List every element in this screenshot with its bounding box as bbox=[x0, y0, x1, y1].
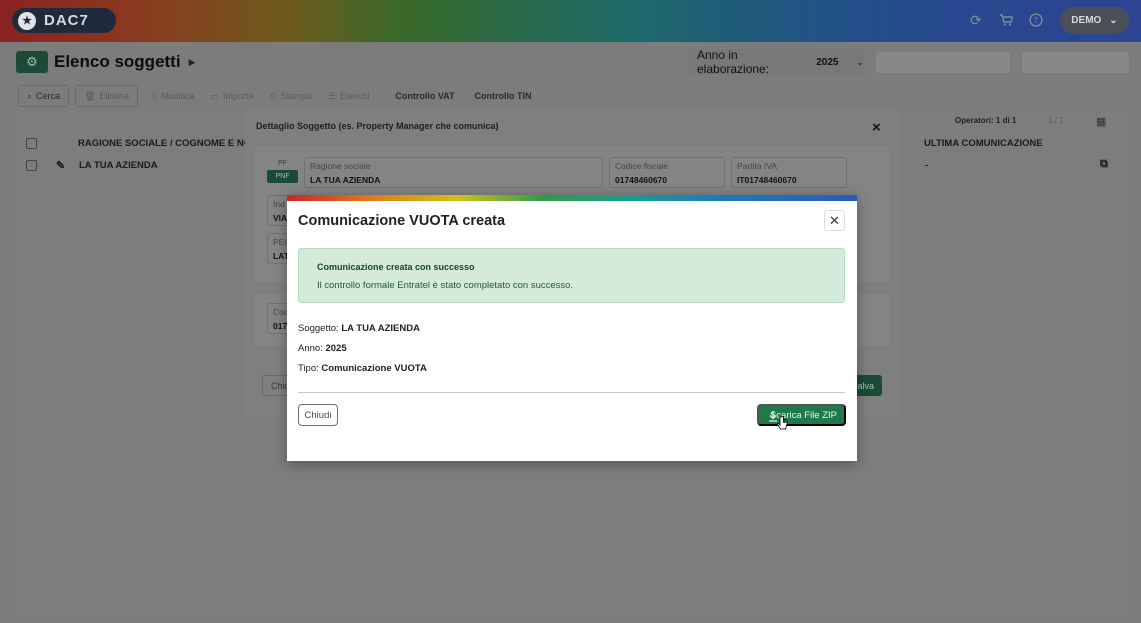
tipo-value: Comunicazione VUOTA bbox=[321, 363, 427, 374]
print-icon: ⎙ bbox=[269, 90, 277, 101]
print-button-label: Stampa bbox=[280, 91, 312, 101]
chiudi-button[interactable]: Chiudi bbox=[298, 404, 338, 426]
header-action-button-1[interactable] bbox=[876, 52, 1010, 73]
star-icon: ★ bbox=[18, 11, 36, 30]
delete-button-label: Elimina bbox=[99, 91, 130, 101]
play-icon[interactable]: ▶ bbox=[189, 57, 196, 68]
codice-fiscale-field[interactable]: Codice fiscale 01748460670 bbox=[609, 157, 725, 188]
scarica-zip-button[interactable]: Scarica File ZIP bbox=[757, 404, 846, 426]
logo-text: DAC7 bbox=[44, 12, 89, 29]
app-logo[interactable]: ★ DAC7 bbox=[12, 8, 116, 33]
row-checkbox[interactable] bbox=[26, 160, 37, 171]
close-icon[interactable]: × bbox=[872, 119, 881, 136]
user-menu-label: DEMO bbox=[1071, 15, 1102, 26]
partita-iva-field[interactable]: Partita IVA IT01748460670 bbox=[731, 157, 847, 188]
toolbar: ⌕ Cerca 🗑 Elimina ▯ Modifica ▭ Importa ⎙… bbox=[18, 85, 540, 107]
dialog-color-stripe bbox=[287, 195, 857, 201]
codice-fiscale-label: Codice fiscale bbox=[615, 161, 668, 171]
import-button[interactable]: ▭ Importa bbox=[202, 85, 261, 107]
divider bbox=[298, 392, 845, 393]
chevron-down-icon: ⌄ bbox=[856, 56, 864, 67]
controllo-tin-button[interactable]: Controllo TIN bbox=[467, 85, 540, 107]
header-action-button-2[interactable] bbox=[1022, 52, 1129, 73]
dialog-title: Comunicazione VUOTA creata bbox=[298, 213, 506, 229]
page-title: Elenco soggetti bbox=[54, 52, 181, 71]
pf-option[interactable]: PF bbox=[267, 157, 298, 170]
row-ultima-comunicazione: - bbox=[925, 160, 929, 171]
cart-icon[interactable] bbox=[998, 12, 1014, 28]
lists-button[interactable]: ☰ Elenchi bbox=[320, 85, 378, 107]
ragione-sociale-label: Ragione sociale bbox=[310, 161, 371, 171]
operatori-count: Operatori: 1 di 1 bbox=[955, 116, 1017, 125]
row-name: LA TUA AZIENDA bbox=[79, 160, 158, 171]
column-header-ultima-comunicazione[interactable]: ULTIMA COMUNICAZIONE bbox=[924, 138, 1043, 149]
search-button-label: Cerca bbox=[36, 91, 61, 101]
pagination-text: 1 / 1 bbox=[1048, 116, 1064, 125]
search-button[interactable]: ⌕ Cerca bbox=[18, 85, 70, 107]
close-button[interactable]: ✕ bbox=[824, 210, 845, 231]
anno-label: Anno in elaborazione: bbox=[697, 48, 770, 76]
import-icon: ▭ bbox=[210, 90, 219, 101]
soggetto-value: LA TUA AZIENDA bbox=[341, 323, 420, 334]
edit-button-label: Modifica bbox=[160, 91, 195, 101]
alert-text: Il controllo formale Entratel è stato co… bbox=[317, 280, 574, 291]
anno-info: Anno: 2025 bbox=[298, 343, 347, 354]
controllo-vat-button[interactable]: Controllo VAT bbox=[387, 85, 462, 107]
soggetto-label: Soggetto: bbox=[298, 323, 339, 334]
ragione-sociale-value: LA TUA AZIENDA bbox=[310, 175, 381, 185]
edit-button[interactable]: ▯ Modifica bbox=[144, 85, 202, 107]
copy-icon[interactable]: ⧉ bbox=[1100, 158, 1108, 171]
lists-button-label: Elenchi bbox=[339, 91, 370, 101]
search-icon: ⌕ bbox=[27, 90, 33, 101]
import-button-label: Importa bbox=[223, 91, 254, 101]
user-menu-button[interactable]: DEMO ⌄ bbox=[1060, 7, 1129, 34]
column-header-ragione-sociale[interactable]: RAGIONE SOCIALE / COGNOME E NOME bbox=[78, 138, 265, 149]
select-all-checkbox[interactable] bbox=[26, 138, 37, 149]
pnf-option[interactable]: PNF bbox=[267, 170, 298, 183]
ragione-sociale-field[interactable]: Ragione sociale LA TUA AZIENDA bbox=[304, 157, 603, 188]
controllo-vat-label: Controllo VAT bbox=[395, 91, 455, 101]
controllo-tin-label: Controllo TIN bbox=[474, 91, 532, 101]
svg-text:?: ? bbox=[1034, 16, 1038, 25]
print-button[interactable]: ⎙ Stampa bbox=[262, 85, 320, 107]
anno-value: 2025 bbox=[816, 56, 839, 68]
tipo-label: Tipo: bbox=[298, 363, 319, 374]
modal-title: Dettaglio Soggetto (es. Property Manager… bbox=[256, 121, 499, 131]
list-icon: ☰ bbox=[327, 90, 336, 101]
anno-value: 2025 bbox=[325, 343, 347, 354]
trash-icon: 🗑 bbox=[84, 90, 96, 101]
codice-fiscale-value: 01748460670 bbox=[615, 175, 668, 185]
mouse-cursor-icon bbox=[777, 416, 788, 430]
document-icon: ▯ bbox=[152, 90, 157, 101]
person-type-toggle[interactable]: PF PNF bbox=[267, 157, 298, 183]
page-header: ⚙ Elenco soggetti ▶ bbox=[16, 50, 196, 74]
anno-label: Anno: bbox=[298, 343, 323, 354]
close-icon: ✕ bbox=[829, 212, 840, 228]
refresh-icon[interactable]: ⟳ bbox=[968, 12, 984, 28]
edit-icon[interactable]: ✎ bbox=[56, 159, 65, 172]
top-navbar: ★ DAC7 ⟳ ? DEMO ⌄ bbox=[0, 0, 1141, 42]
anno-selector[interactable]: Anno in elaborazione: 2025 ⌄ bbox=[688, 48, 864, 76]
partita-iva-value: IT01748460670 bbox=[737, 175, 797, 185]
tipo-info: Tipo: Comunicazione VUOTA bbox=[298, 363, 427, 374]
soggetto-info: Soggetto: LA TUA AZIENDA bbox=[298, 323, 420, 334]
delete-button[interactable]: 🗑 Elimina bbox=[75, 85, 139, 107]
alert-title: Comunicazione creata con successo bbox=[317, 262, 475, 272]
gear-icon: ⚙ bbox=[26, 54, 38, 69]
help-icon[interactable]: ? bbox=[1028, 12, 1044, 28]
settings-button[interactable]: ⚙ bbox=[16, 51, 48, 73]
grid-view-icon[interactable]: ▦ bbox=[1096, 115, 1106, 128]
partita-iva-label: Partita IVA bbox=[737, 161, 777, 171]
success-alert: Comunicazione creata con successo Il con… bbox=[298, 248, 845, 303]
chevron-down-icon: ⌄ bbox=[1109, 15, 1118, 26]
comunicazione-dialog: Comunicazione VUOTA creata ✕ Comunicazio… bbox=[287, 195, 857, 461]
